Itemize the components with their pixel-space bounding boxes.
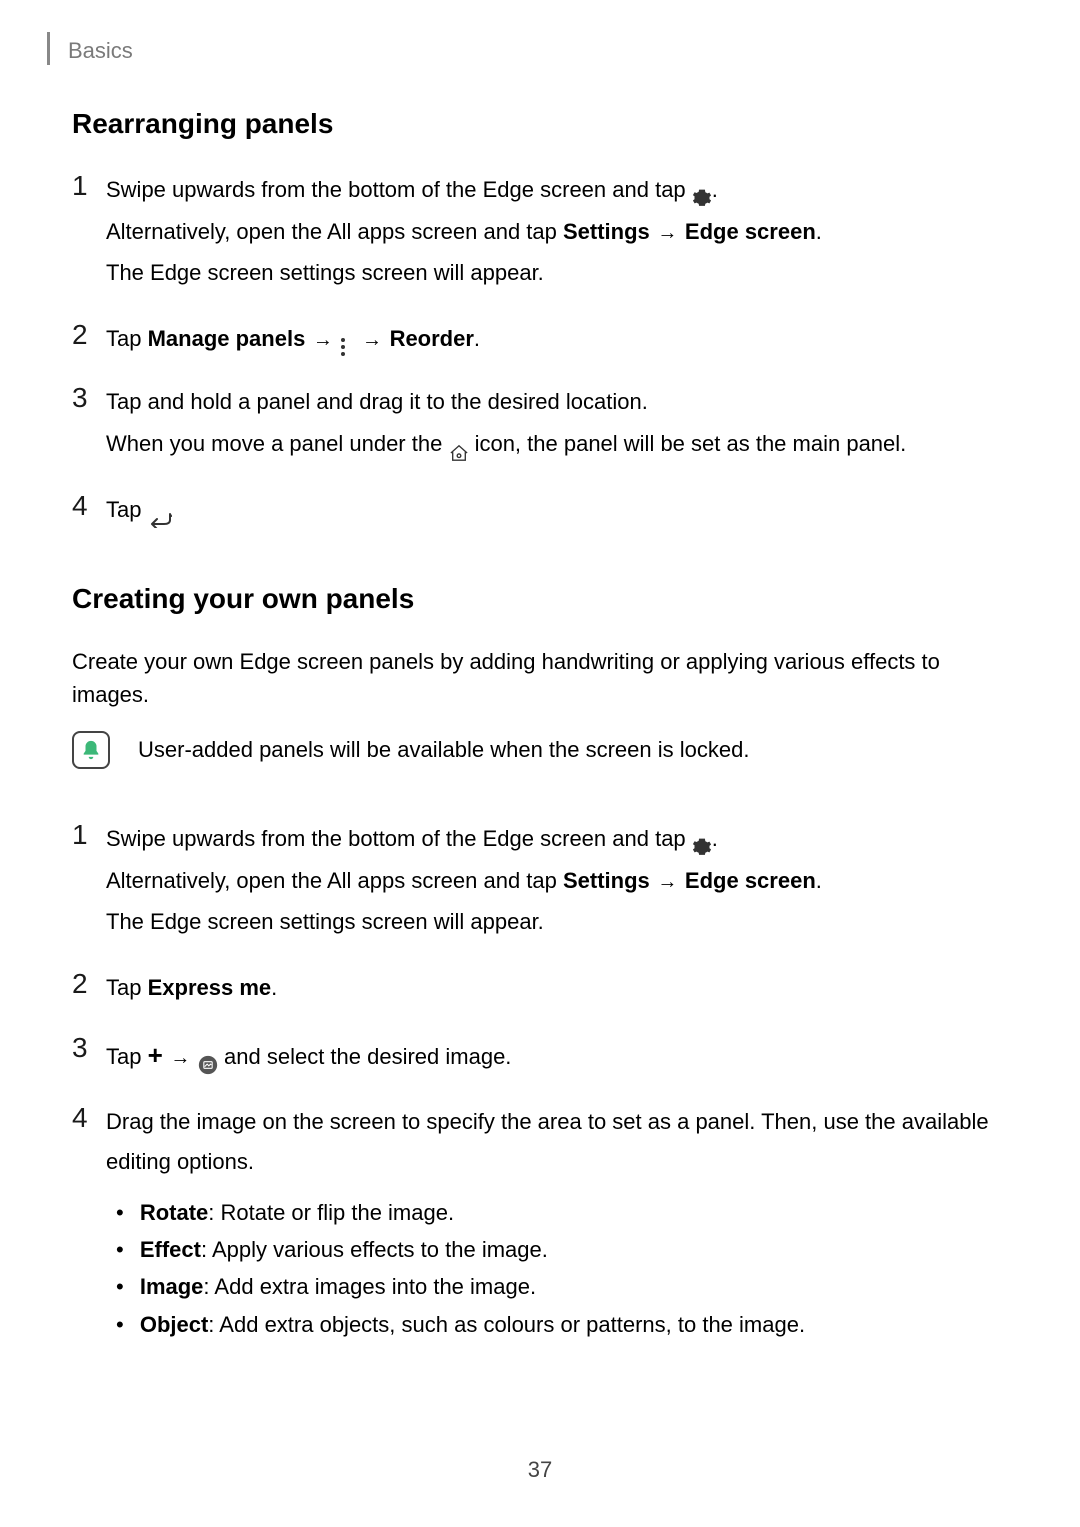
text: Tap and hold a panel and drag it to the … [106, 382, 1008, 422]
text: Tap [106, 1044, 148, 1069]
creating-title: Creating your own panels [72, 583, 1008, 615]
step-number: 3 [72, 1032, 100, 1064]
settings-label: Settings [563, 868, 650, 893]
creating-step-1: 1 Swipe upwards from the bottom of the E… [72, 819, 1008, 944]
step-number: 2 [72, 319, 100, 351]
text: The Edge screen settings screen will app… [106, 902, 1008, 942]
rearranging-step-2: 2 Tap Manage panels → → Reorder. [72, 319, 1008, 359]
page-number: 37 [0, 1457, 1080, 1483]
house-icon [448, 435, 468, 455]
step-text: Tap . [106, 490, 1008, 530]
text: . [474, 326, 480, 351]
bullet-list: • Rotate: Rotate or flip the image. • Ef… [106, 1194, 1008, 1344]
plus-icon: + [148, 1040, 163, 1070]
text: Swipe upwards from the bottom of the Edg… [106, 826, 692, 851]
bullet-text: : Add extra images into the image. [203, 1274, 536, 1299]
bullet-item: • Image: Add extra images into the image… [116, 1268, 1008, 1305]
arrow-icon: → [165, 1047, 196, 1069]
step-text: Tap Express me. [106, 968, 1008, 1008]
step-text: Tap Manage panels → → Reorder. [106, 319, 1008, 359]
step-number: 4 [72, 490, 100, 522]
step-text: Swipe upwards from the bottom of the Edg… [106, 819, 1008, 944]
express-me-label: Express me [148, 975, 272, 1000]
step-text: Tap + → and select the desired image. [106, 1032, 1008, 1079]
bullet-dot: • [116, 1194, 130, 1231]
text: . [816, 868, 822, 893]
text: Tap [106, 975, 148, 1000]
manage-panels-label: Manage panels [148, 326, 306, 351]
text: Swipe upwards from the bottom of the Edg… [106, 177, 692, 202]
creating-step-3: 3 Tap + → and select the desired image. [72, 1032, 1008, 1079]
step-text: Drag the image on the screen to specify … [106, 1102, 1008, 1343]
text: The Edge screen settings screen will app… [106, 253, 1008, 293]
creating-step-4: 4 Drag the image on the screen to specif… [72, 1102, 1008, 1343]
bullet-label: Rotate [140, 1200, 208, 1225]
bullet-text: : Apply various effects to the image. [201, 1237, 548, 1262]
text: Alternatively, open the All apps screen … [106, 219, 563, 244]
gear-icon [692, 830, 712, 850]
bullet-item: • Effect: Apply various effects to the i… [116, 1231, 1008, 1268]
step-text: Swipe upwards from the bottom of the Edg… [106, 170, 1008, 295]
bell-icon [80, 739, 102, 761]
bullet-dot: • [116, 1231, 130, 1268]
rearranging-title: Rearranging panels [72, 108, 1008, 140]
rearranging-step-3: 3 Tap and hold a panel and drag it to th… [72, 382, 1008, 465]
header-category: Basics [68, 38, 133, 64]
rearranging-step-1: 1 Swipe upwards from the bottom of the E… [72, 170, 1008, 295]
text: When you move a panel under the [106, 431, 448, 456]
more-icon [340, 330, 354, 350]
back-icon [148, 501, 168, 521]
arrow-icon: → [652, 871, 683, 893]
text: and select the desired image. [218, 1044, 512, 1069]
text: icon, the panel will be set as the main … [468, 431, 906, 456]
text: Tap [106, 497, 148, 522]
content-area: Rearranging panels 1 Swipe upwards from … [72, 108, 1008, 1367]
step-number: 1 [72, 170, 100, 202]
edge-screen-label: Edge screen [685, 868, 816, 893]
text: Tap [106, 326, 148, 351]
picture-icon [198, 1048, 218, 1068]
step-number: 1 [72, 819, 100, 851]
text: . [271, 975, 277, 1000]
arrow-icon: → [652, 222, 683, 244]
step-text: Tap and hold a panel and drag it to the … [106, 382, 1008, 465]
creating-intro: Create your own Edge screen panels by ad… [72, 645, 1008, 711]
arrow-icon: → [307, 329, 338, 351]
edge-screen-label: Edge screen [685, 219, 816, 244]
arrow-icon: → [356, 329, 387, 351]
settings-label: Settings [563, 219, 650, 244]
page-header: Basics [47, 38, 133, 65]
note-row: User-added panels will be available when… [72, 731, 1008, 769]
rearranging-step-4: 4 Tap . [72, 490, 1008, 530]
text: Drag the image on the screen to specify … [106, 1102, 1008, 1181]
bullet-label: Object [140, 1312, 208, 1337]
creating-step-2: 2 Tap Express me. [72, 968, 1008, 1008]
note-text: User-added panels will be available when… [138, 737, 749, 763]
step-number: 4 [72, 1102, 100, 1134]
bullet-text: : Rotate or flip the image. [208, 1200, 454, 1225]
text: Alternatively, open the All apps screen … [106, 868, 563, 893]
text: . [712, 826, 718, 851]
bullet-dot: • [116, 1306, 130, 1343]
text: . [816, 219, 822, 244]
bullet-item: • Object: Add extra objects, such as col… [116, 1306, 1008, 1343]
step-number: 3 [72, 382, 100, 414]
reorder-label: Reorder [390, 326, 474, 351]
bullet-dot: • [116, 1268, 130, 1305]
text: . [712, 177, 718, 202]
header-divider [47, 32, 50, 65]
bullet-item: • Rotate: Rotate or flip the image. [116, 1194, 1008, 1231]
note-icon-box [72, 731, 110, 769]
bullet-label: Effect [140, 1237, 201, 1262]
bullet-text: : Add extra objects, such as colours or … [208, 1312, 805, 1337]
bullet-label: Image [140, 1274, 204, 1299]
gear-icon [692, 181, 712, 201]
step-number: 2 [72, 968, 100, 1000]
